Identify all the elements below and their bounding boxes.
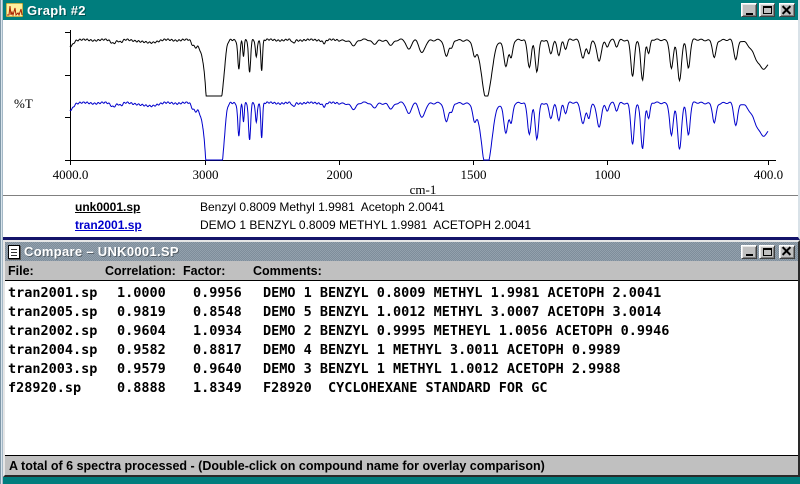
comments-cell: DEMO 1 BENZYL 0.8009 METHYL 1.9981 ACETO… <box>263 284 798 303</box>
maximize-icon <box>763 6 772 14</box>
table-row[interactable]: tran2002.sp0.96041.0934DEMO 2 BENZYL 0.9… <box>5 322 798 341</box>
close-icon <box>782 6 792 15</box>
file-cell: tran2005.sp <box>8 303 117 322</box>
compare-window-title: Compare – UNK0001.SP <box>24 244 179 259</box>
mdi-frame-left-edge <box>0 0 3 484</box>
svg-text:%T: %T <box>14 96 33 111</box>
table-row[interactable]: tran2003.sp0.95790.9640DEMO 3 BENZYL 1 M… <box>5 360 798 379</box>
svg-text:3000: 3000 <box>193 167 219 182</box>
spectra-chart: 4000.03000200015001000400.0cm-1%T <box>3 20 800 198</box>
maximize-icon <box>763 248 772 256</box>
legend-file-link[interactable]: unk0001.sp <box>3 200 200 214</box>
spectrum-trace-unk0001.sp <box>70 39 768 96</box>
file-cell: tran2004.sp <box>8 341 117 360</box>
factor-cell: 0.8817 <box>193 341 263 360</box>
document-icon <box>8 245 20 259</box>
graph-window-title: Graph #2 <box>27 3 86 18</box>
graph-window-titlebar[interactable]: Graph #2 <box>3 0 798 20</box>
factor-cell: 0.8548 <box>193 303 263 322</box>
status-bar: A total of 6 spectra processed - (Double… <box>5 456 798 475</box>
legend-file-link[interactable]: tran2001.sp <box>3 218 200 232</box>
legend-description: Benzyl 0.8009 Methyl 1.9981 Acetoph 2.00… <box>200 200 445 214</box>
legend-row-unknown: unk0001.sp Benzyl 0.8009 Methyl 1.9981 A… <box>3 198 798 216</box>
correlation-cell: 0.8888 <box>117 379 193 398</box>
table-row[interactable]: f28920.sp0.88881.8349F28920 CYCLOHEXANE … <box>5 379 798 398</box>
comments-cell: DEMO 4 BENZYL 1 METHYL 3.0011 ACETOPH 0.… <box>263 341 798 360</box>
status-text: A total of 6 spectra processed - (Double… <box>9 459 545 473</box>
spectra-plot-area: 4000.03000200015001000400.0cm-1%T unk000… <box>3 20 798 234</box>
minimize-button[interactable] <box>741 245 757 259</box>
file-cell: tran2002.sp <box>8 322 117 341</box>
graph-window: Graph #2 4000.03000200015001000400.0cm-1… <box>3 0 800 240</box>
svg-text:1500: 1500 <box>461 167 487 182</box>
compare-window: Compare – UNK0001.SP File: Correlation: … <box>3 240 800 477</box>
close-button[interactable] <box>779 3 795 17</box>
graph-window-controls <box>739 3 795 17</box>
comments-cell: DEMO 3 BENZYL 1 METHYL 1.0012 ACETOPH 2.… <box>263 360 798 379</box>
spectra-legend: unk0001.sp Benzyl 0.8009 Methyl 1.9981 A… <box>3 195 798 234</box>
results-list: tran2001.sp1.00000.9956DEMO 1 BENZYL 0.8… <box>5 281 798 456</box>
minimize-icon <box>746 254 753 256</box>
svg-text:2000: 2000 <box>327 167 353 182</box>
file-cell: tran2001.sp <box>8 284 117 303</box>
spectrum-trace-tran2001.sp <box>70 102 768 160</box>
correlation-cell: 1.0000 <box>117 284 193 303</box>
comments-cell: DEMO 5 BENZYL 1.0012 METHYL 3.0007 ACETO… <box>263 303 798 322</box>
spectrum-chart-icon <box>6 3 23 17</box>
results-column-headers: File: Correlation: Factor: Comments: <box>5 261 798 281</box>
maximize-button[interactable] <box>759 245 775 259</box>
legend-row-match: tran2001.sp DEMO 1 BENZYL 0.8009 METHYL … <box>3 216 798 234</box>
svg-text:4000.0: 4000.0 <box>53 167 89 182</box>
correlation-cell: 0.9579 <box>117 360 193 379</box>
table-row[interactable]: tran2001.sp1.00000.9956DEMO 1 BENZYL 0.8… <box>5 284 798 303</box>
factor-cell: 0.9956 <box>193 284 263 303</box>
compare-window-controls <box>739 245 795 259</box>
close-button[interactable] <box>779 245 795 259</box>
file-cell: f28920.sp <box>8 379 117 398</box>
factor-cell: 1.0934 <box>193 322 263 341</box>
correlation-cell: 0.9582 <box>117 341 193 360</box>
file-cell: tran2003.sp <box>8 360 117 379</box>
legend-description: DEMO 1 BENZYL 0.8009 METHYL 1.9981 ACETO… <box>200 218 531 232</box>
column-header-correlation: Correlation: <box>105 264 183 278</box>
correlation-cell: 0.9604 <box>117 322 193 341</box>
correlation-cell: 0.9819 <box>117 303 193 322</box>
minimize-icon <box>746 13 753 15</box>
minimize-button[interactable] <box>741 3 757 17</box>
svg-text:1000: 1000 <box>595 167 621 182</box>
maximize-button[interactable] <box>759 3 775 17</box>
svg-text:400.0: 400.0 <box>754 167 783 182</box>
comments-cell: DEMO 2 BENZYL 0.9995 METHEYL 1.0056 ACET… <box>263 322 798 341</box>
table-row[interactable]: tran2004.sp0.95820.8817DEMO 4 BENZYL 1 M… <box>5 341 798 360</box>
column-header-factor: Factor: <box>183 264 253 278</box>
factor-cell: 1.8349 <box>193 379 263 398</box>
column-header-comments: Comments: <box>253 264 798 278</box>
comments-cell: F28920 CYCLOHEXANE STANDARD FOR GC <box>263 379 798 398</box>
compare-window-titlebar[interactable]: Compare – UNK0001.SP <box>5 242 798 261</box>
column-header-file: File: <box>8 264 105 278</box>
close-icon <box>782 247 792 256</box>
table-row[interactable]: tran2005.sp0.98190.8548DEMO 5 BENZYL 1.0… <box>5 303 798 322</box>
factor-cell: 0.9640 <box>193 360 263 379</box>
